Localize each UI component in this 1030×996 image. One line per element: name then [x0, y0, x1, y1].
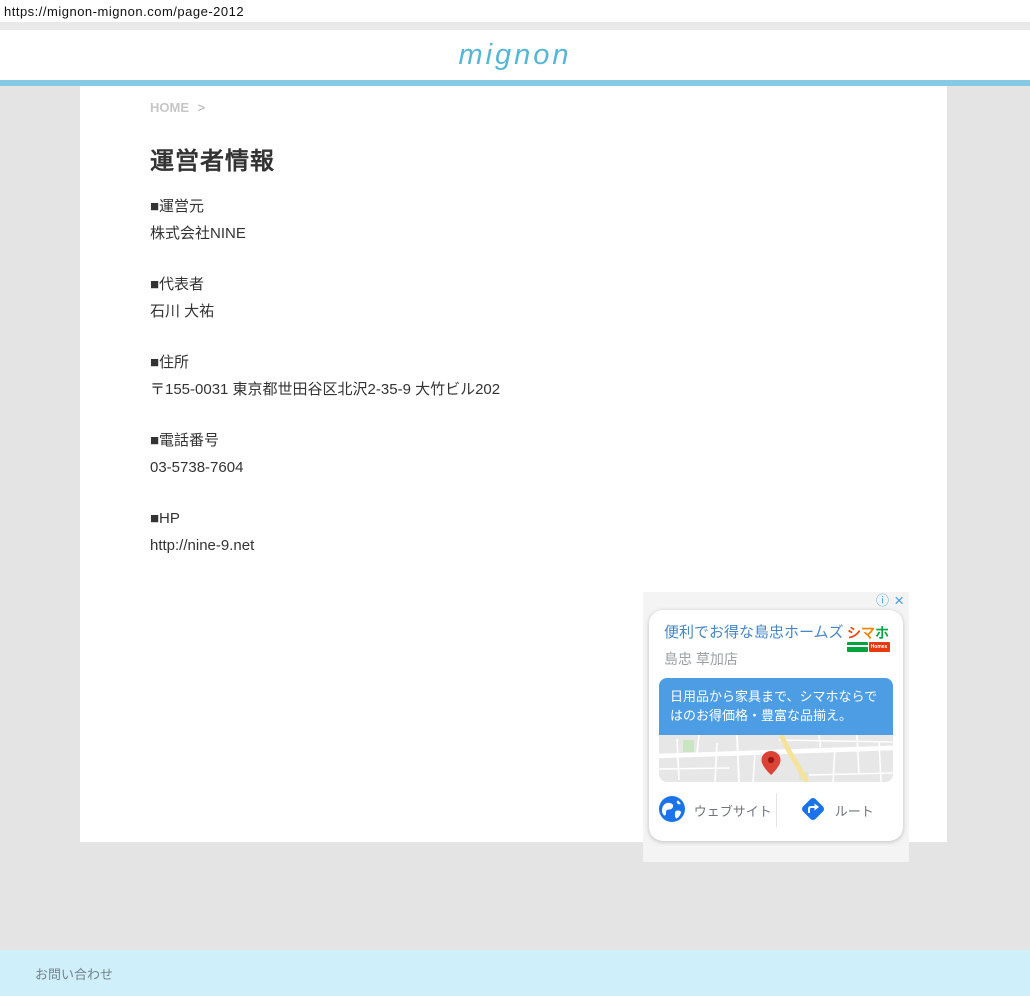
- globe-icon: [659, 796, 685, 825]
- website-button[interactable]: ウェブサイト: [655, 796, 776, 825]
- section-label: ■運営元: [150, 193, 947, 220]
- ad-header-text: 便利でお得な島忠ホームズ 島忠 草加店: [664, 624, 844, 669]
- section-label: ■住所: [150, 349, 947, 376]
- site-logo[interactable]: mignon: [458, 39, 571, 72]
- site-header: mignon: [0, 30, 1030, 80]
- section-value: 石川 大祐: [150, 298, 947, 325]
- section-value: http://nine-9.net: [150, 532, 947, 559]
- section-label: ■HP: [150, 505, 947, 532]
- shimachu-badge: [847, 642, 868, 652]
- ad-actions: ウェブサイト ルート: [649, 782, 903, 836]
- ad-message: 日用品から家具まで、シマホならではのお得価格・豊富な品揃え。: [659, 678, 893, 735]
- ad-subtitle: 島忠 草加店: [664, 649, 844, 669]
- route-button-label: ルート: [835, 801, 874, 820]
- section-phone: ■電話番号 03-5738-7604: [150, 427, 947, 481]
- section-address: ■住所 〒155-0031 東京都世田谷区北沢2-35-9 大竹ビル202: [150, 349, 947, 403]
- main-area: HOME > 運営者情報 ■運営元 株式会社NINE ■代表者 石川 大祐 ■住…: [0, 86, 1030, 842]
- directions-icon: [800, 796, 826, 825]
- route-button[interactable]: ルート: [777, 796, 898, 825]
- page-url-text: https://mignon-mignon.com/page-2012: [0, 0, 1030, 22]
- website-button-label: ウェブサイト: [694, 801, 772, 820]
- footer: お問い合わせ: [0, 950, 1030, 996]
- section-label: ■代表者: [150, 271, 947, 298]
- section-value: 03-5738-7604: [150, 454, 947, 481]
- ad-close-icon[interactable]: ×: [894, 593, 904, 608]
- breadcrumb-separator: >: [198, 100, 206, 115]
- breadcrumb-home-link[interactable]: HOME: [150, 100, 189, 115]
- homes-badge: Homes: [869, 642, 890, 652]
- ad-map-thumbnail[interactable]: [659, 735, 893, 782]
- footer-contact-link[interactable]: お問い合わせ: [35, 964, 113, 983]
- section-value: 株式会社NINE: [150, 220, 947, 247]
- shimaho-logo-text: シマホ: [845, 626, 891, 640]
- map-park-patch: [683, 740, 694, 752]
- ad-info-icon[interactable]: ⓘ: [876, 593, 889, 608]
- ad-header: 便利でお得な島忠ホームズ 島忠 草加店 シマホ Homes: [649, 610, 903, 678]
- section-operator: ■運営元 株式会社NINE: [150, 193, 947, 247]
- section-value: 〒155-0031 東京都世田谷区北沢2-35-9 大竹ビル202: [150, 376, 947, 403]
- shimaho-logo: シマホ Homes: [845, 626, 891, 669]
- ad-frame: ⓘ × 便利でお得な島忠ホームズ 島忠 草加店 シマホ Homes: [643, 592, 909, 862]
- section-representative: ■代表者 石川 大祐: [150, 271, 947, 325]
- breadcrumb: HOME >: [150, 100, 947, 115]
- top-divider: [0, 22, 1030, 30]
- ad-controls: ⓘ ×: [876, 593, 904, 608]
- shimaho-logo-badges: Homes: [845, 642, 891, 652]
- ad-title-link[interactable]: 便利でお得な島忠ホームズ: [664, 624, 844, 641]
- ad-card[interactable]: 便利でお得な島忠ホームズ 島忠 草加店 シマホ Homes 日用品から家具まで、…: [649, 610, 903, 841]
- section-label: ■電話番号: [150, 427, 947, 454]
- section-homepage: ■HP http://nine-9.net: [150, 505, 947, 559]
- page-title: 運営者情報: [150, 141, 947, 176]
